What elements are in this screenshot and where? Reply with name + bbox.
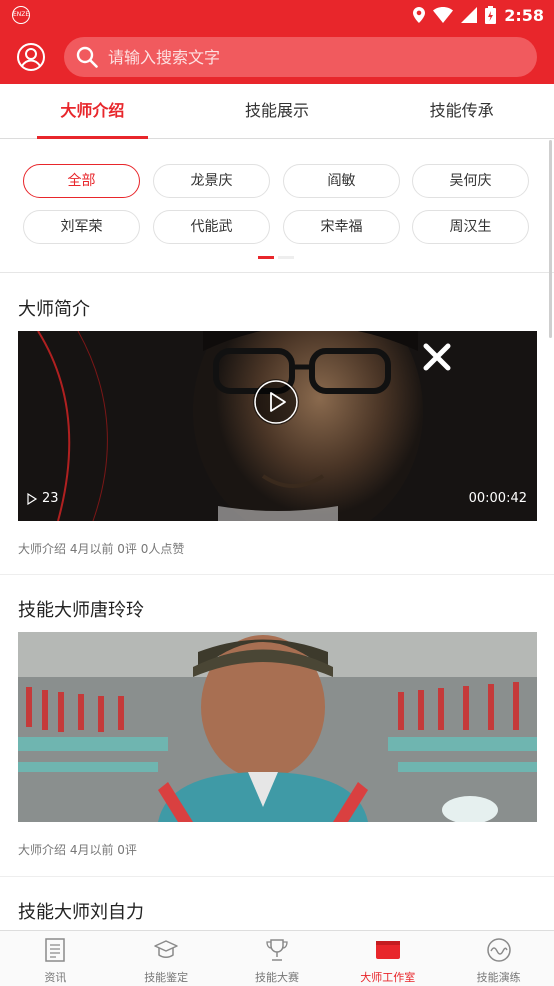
tab-skill-showcase[interactable]: 技能展示 [185, 84, 370, 138]
battery-icon [485, 6, 497, 24]
nav-label: 技能大赛 [254, 971, 299, 984]
chip-master[interactable]: 周汉生 [412, 210, 529, 244]
news-icon [45, 938, 66, 962]
practice-icon [486, 938, 511, 962]
feed-item-meta: 大师介绍 4月以前 0评 [18, 843, 137, 857]
chip-page-indicator [258, 256, 294, 259]
feed-item-title[interactable]: 技能大师刘自力 [18, 898, 144, 924]
user-icon [17, 43, 45, 71]
video-duration: 00:00:42 [468, 491, 527, 506]
page-dot-active [258, 256, 274, 259]
clock: 2:58 [504, 5, 544, 25]
chip-master[interactable]: 吴何庆 [412, 164, 529, 198]
video-thumbnail[interactable]: 23 00:00:42 [18, 331, 537, 521]
signal-icon [461, 7, 478, 23]
nav-master-studio[interactable]: 大师工作室 [332, 931, 443, 986]
nav-label: 资讯 [44, 971, 67, 984]
search-icon [76, 46, 98, 68]
play-count-value: 23 [42, 491, 59, 506]
feed-item-title[interactable]: 技能大师唐玲玲 [18, 596, 144, 622]
nav-label: 大师工作室 [360, 971, 416, 984]
user-profile-button[interactable] [16, 42, 46, 72]
chip-all[interactable]: 全部 [23, 164, 140, 198]
studio-icon [375, 941, 400, 959]
textile-worker-image [18, 632, 537, 822]
nav-news[interactable]: 资讯 [0, 931, 111, 986]
nav-label: 技能演练 [476, 971, 521, 984]
chip-master[interactable]: 龙景庆 [153, 164, 270, 198]
play-button[interactable] [253, 379, 299, 425]
trophy-icon [266, 939, 288, 961]
chip-master[interactable]: 阎敏 [283, 164, 400, 198]
video-frame-image [18, 331, 537, 521]
nav-skill-practice[interactable]: 技能演练 [443, 931, 554, 986]
top-bar [0, 30, 554, 84]
page-dot [278, 256, 294, 259]
nav-label: 技能鉴定 [144, 971, 189, 984]
search-bar[interactable] [64, 37, 537, 77]
location-icon [413, 7, 426, 23]
search-input[interactable] [108, 47, 508, 67]
chip-master[interactable]: 宋幸福 [283, 210, 400, 244]
divider [0, 574, 554, 575]
category-tabs: 大师介绍 技能展示 技能传承 [0, 84, 554, 139]
nav-skill-competition[interactable]: 技能大赛 [222, 931, 333, 986]
article-thumbnail[interactable] [18, 632, 537, 822]
wifi-icon [433, 7, 454, 23]
app-logo-icon: ENZE [12, 6, 30, 24]
bottom-navigation: 资讯 技能鉴定 技能大赛 大师工作室 技能演练 [0, 930, 554, 986]
graduation-cap-icon [154, 940, 178, 958]
status-bar: ENZE 2:58 [0, 0, 554, 30]
play-count: 23 [26, 491, 59, 506]
chip-master[interactable]: 刘军荣 [23, 210, 140, 244]
scrollbar[interactable] [549, 140, 552, 338]
tab-master-intro[interactable]: 大师介绍 [0, 84, 185, 139]
feed-item-meta: 大师介绍 4月以前 0评 0人点赞 [18, 542, 185, 556]
play-icon [254, 380, 298, 424]
master-filter: 全部 龙景庆 阎敏 吴何庆 刘军荣 代能武 宋幸福 周汉生 [0, 140, 554, 273]
chip-master[interactable]: 代能武 [153, 210, 270, 244]
nav-skill-appraisal[interactable]: 技能鉴定 [111, 931, 222, 986]
status-icons: 2:58 [413, 4, 544, 26]
tab-skill-inheritance[interactable]: 技能传承 [369, 84, 554, 138]
play-count-icon [27, 492, 38, 505]
close-icon [423, 343, 451, 371]
feed-item-title[interactable]: 大师简介 [18, 295, 90, 321]
divider [0, 876, 554, 877]
